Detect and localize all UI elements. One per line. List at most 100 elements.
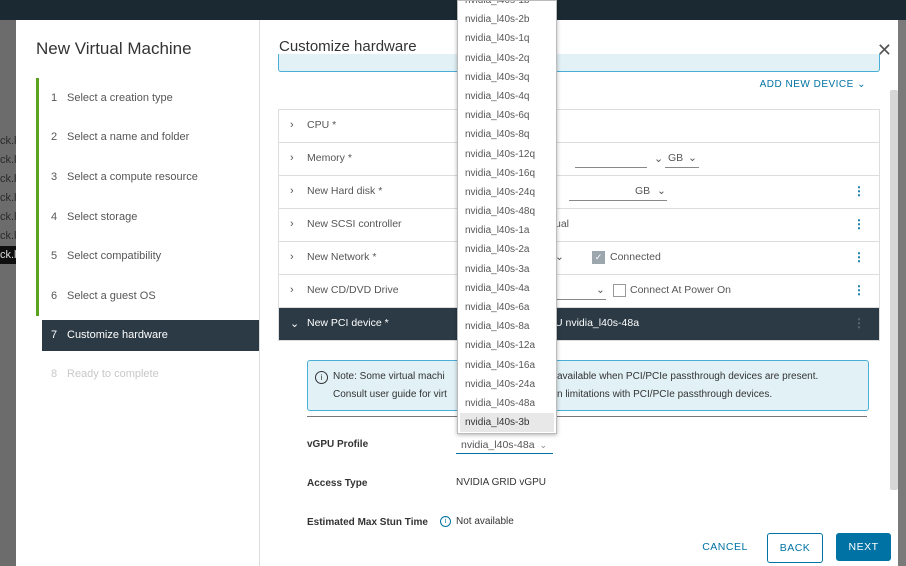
stun-time-value: Not available: [456, 516, 514, 527]
dropdown-option-highlighted[interactable]: nvidia_l40s-3b: [460, 413, 554, 433]
note-text: Consult user guide for virt: [333, 389, 447, 400]
chevron-right-icon[interactable]: ›: [290, 218, 294, 230]
wizard-step[interactable]: 3 Select a compute resource: [36, 157, 259, 197]
dropdown-option[interactable]: nvidia_l40s-48q: [458, 202, 556, 221]
chevron-right-icon[interactable]: ›: [290, 185, 294, 197]
wizard-nav: New Virtual Machine 1 Select a creation t…: [16, 20, 260, 566]
hardware-row-memory[interactable]: › Memory * ⌄ GB ⌄: [279, 143, 879, 176]
access-type-value: NVIDIA GRID vGPU: [456, 477, 547, 488]
step-progress-bar: [36, 275, 39, 316]
note-text: available when PCI/PCIe passthrough devi…: [557, 371, 819, 382]
step-number: 3: [51, 170, 58, 183]
dropdown-option[interactable]: nvidia_l40s-16a: [458, 356, 556, 375]
vgpu-profile-label: vGPU Profile: [307, 439, 369, 450]
more-options-icon[interactable]: ⋮: [853, 316, 865, 330]
wizard-step[interactable]: 1 Select a creation type: [36, 78, 259, 118]
dropdown-option[interactable]: nvidia_l40s-3q: [458, 68, 556, 87]
memory-input[interactable]: [575, 167, 647, 168]
chevron-down-icon: ⌄: [657, 185, 666, 197]
add-new-device-button[interactable]: ADD NEW DEVICE ⌄: [760, 79, 866, 90]
vgpu-profile-dropdown[interactable]: nvidia_l40s-1b nvidia_l40s-2b nvidia_l40…: [457, 0, 557, 434]
select-underline: [556, 299, 606, 300]
hardware-name: New CD/DVD Drive: [307, 284, 399, 296]
hardware-row-cpu[interactable]: › CPU *: [279, 110, 879, 143]
connect-at-power-on-checkbox[interactable]: [613, 284, 626, 297]
dropdown-option[interactable]: nvidia_l40s-2a: [458, 240, 556, 259]
dropdown-option[interactable]: nvidia_l40s-48a: [458, 394, 556, 413]
step-progress-bar: [36, 236, 39, 276]
dropdown-option[interactable]: nvidia_l40s-24a: [458, 375, 556, 394]
wizard-step[interactable]: 4 Select storage: [36, 196, 259, 237]
hardware-row-pci-device[interactable]: ⌄ New PCI device * U nvidia_l40s-48a ⋮: [279, 308, 879, 341]
step-number: 5: [51, 250, 58, 263]
dropdown-option[interactable]: nvidia_l40s-1a: [458, 221, 556, 240]
step-number: 6: [51, 289, 58, 302]
dropdown-option[interactable]: nvidia_l40s-8q: [458, 125, 556, 144]
disk-unit-select[interactable]: GB: [635, 185, 650, 197]
background-text: ck.lo: [0, 230, 16, 242]
step-number: 4: [51, 210, 58, 223]
background-topbar: [0, 0, 906, 20]
step-progress-bar: [36, 78, 39, 118]
next-button[interactable]: NEXT: [836, 533, 891, 561]
dropdown-option[interactable]: nvidia_l40s-24q: [458, 183, 556, 202]
add-device-label: ADD NEW DEVICE: [759, 79, 854, 90]
wizard-step[interactable]: 2 Select a name and folder: [36, 117, 259, 158]
step-label: Select a creation type: [67, 91, 173, 104]
chevron-right-icon[interactable]: ›: [290, 119, 294, 131]
dropdown-option[interactable]: nvidia_l40s-8a: [458, 317, 556, 336]
scrollbar[interactable]: [890, 90, 898, 490]
dropdown-option[interactable]: nvidia_l40s-4a: [458, 279, 556, 298]
chevron-right-icon[interactable]: ›: [290, 251, 294, 263]
chevron-down-icon[interactable]: ⌄: [596, 284, 605, 296]
hardware-row-cd-dvd[interactable]: › New CD/DVD Drive ⌄ Connect At Power On…: [279, 275, 879, 308]
wizard-title: New Virtual Machine: [36, 39, 192, 58]
info-icon[interactable]: i: [440, 516, 451, 527]
background-text: ck.lo: [0, 173, 16, 185]
hardware-name: New SCSI controller: [307, 218, 402, 230]
vgpu-profile-value: nvidia_l40s-48a: [461, 439, 535, 451]
chevron-right-icon[interactable]: ›: [290, 152, 294, 164]
dropdown-option[interactable]: nvidia_l40s-16q: [458, 164, 556, 183]
wizard-step[interactable]: 5 Select compatibility: [36, 236, 259, 276]
access-type-label: Access Type: [307, 478, 368, 489]
more-options-icon[interactable]: ⋮: [853, 250, 865, 264]
more-options-icon[interactable]: ⋮: [853, 283, 865, 297]
chevron-down-icon[interactable]: ⌄: [654, 152, 663, 165]
cancel-button[interactable]: CANCEL: [700, 533, 750, 561]
dropdown-option[interactable]: nvidia_l40s-6a: [458, 298, 556, 317]
chevron-right-icon[interactable]: ›: [290, 284, 294, 296]
dropdown-option[interactable]: nvidia_l40s-12a: [458, 336, 556, 355]
step-progress-bar: [36, 157, 39, 197]
dropdown-option[interactable]: nvidia_l40s-1q: [458, 29, 556, 48]
more-options-icon[interactable]: ⋮: [853, 217, 865, 231]
step-label: Select compatibility: [67, 250, 162, 263]
dropdown-option[interactable]: nvidia_l40s-2q: [458, 49, 556, 68]
background-text: ck.lo: [0, 246, 16, 264]
connected-checkbox[interactable]: ✓: [592, 251, 605, 264]
step-label: Select a guest OS: [67, 289, 156, 302]
chevron-down-icon: ⌄: [539, 440, 548, 450]
back-button[interactable]: BACK: [767, 533, 823, 563]
dropdown-option[interactable]: nvidia_l40s-2b: [458, 10, 556, 29]
wizard-step-current[interactable]: 7 Customize hardware: [42, 319, 259, 351]
dropdown-option[interactable]: nvidia_l40s-1b: [458, 1, 556, 10]
dropdown-option[interactable]: nvidia_l40s-12q: [458, 145, 556, 164]
hardware-name: CPU *: [307, 119, 337, 131]
chevron-down-icon[interactable]: ⌄: [290, 317, 299, 330]
dropdown-option[interactable]: nvidia_l40s-3a: [458, 260, 556, 279]
hardware-row-network[interactable]: › New Network * ⌄ ✓ Connected ⋮: [279, 242, 879, 275]
dropdown-option[interactable]: nvidia_l40s-4q: [458, 87, 556, 106]
hardware-row-hard-disk[interactable]: › New Hard disk * GB ⌄ ⋮: [279, 176, 879, 209]
more-options-icon[interactable]: ⋮: [853, 184, 865, 198]
hardware-list: › CPU * › Memory * ⌄ GB ⌄ › New Hard dis…: [278, 109, 880, 341]
memory-unit-select[interactable]: GB: [668, 152, 683, 164]
connect-at-power-on-label: Connect At Power On: [630, 284, 731, 296]
wizard-step[interactable]: 6 Select a guest OS: [36, 275, 259, 316]
vgpu-profile-select[interactable]: nvidia_l40s-48a ⌄: [456, 439, 553, 454]
hardware-name: Memory *: [307, 152, 352, 164]
dropdown-option[interactable]: nvidia_l40s-6q: [458, 106, 556, 125]
hardware-row-scsi[interactable]: › New SCSI controller ual ⋮: [279, 209, 879, 242]
passthrough-note: i Note: Some virtual machi Consult user …: [307, 360, 869, 411]
background-text: ck.lo: [0, 211, 16, 223]
